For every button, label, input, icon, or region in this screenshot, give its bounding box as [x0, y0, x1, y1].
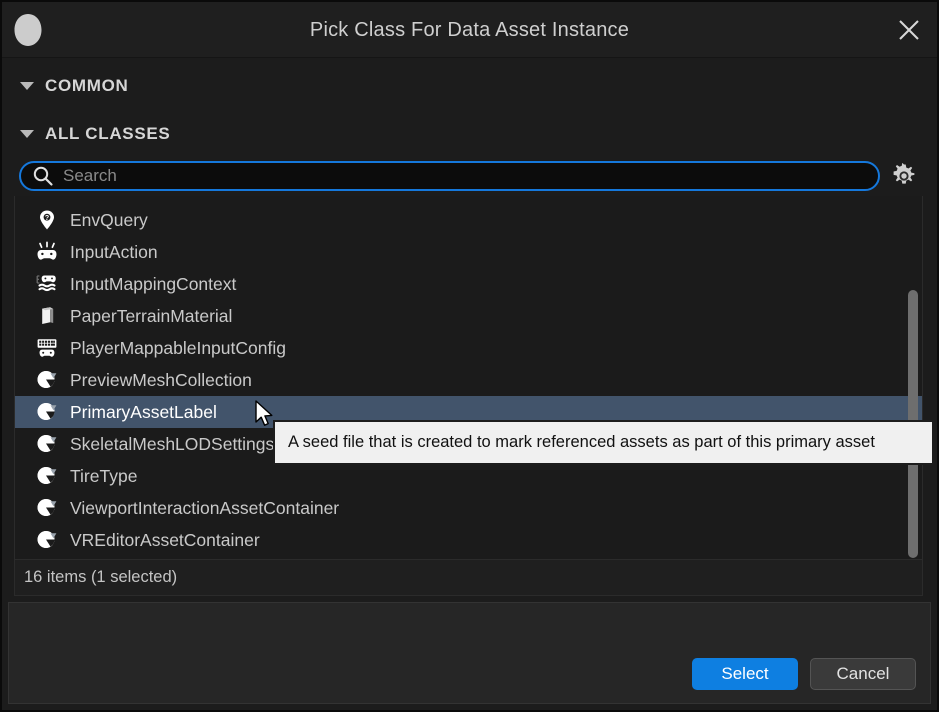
section-label-all-classes: ALL CLASSES: [45, 124, 171, 143]
pick-class-dialog: Pick Class For Data Asset Instance COMMO…: [0, 0, 939, 712]
footer-panel: Select Cancel: [8, 602, 931, 704]
list-item[interactable]: PlayerMappableInputConfig: [15, 332, 922, 364]
unreal-engine-logo-icon: [2, 2, 54, 58]
close-icon[interactable]: [881, 2, 937, 58]
data-asset-icon: [35, 368, 59, 392]
keyboard-gamepad-icon: [35, 336, 59, 360]
data-asset-icon: [35, 528, 59, 552]
blackboard-icon: [35, 196, 59, 200]
cylinder-icon: [35, 304, 59, 328]
list-item-label: PreviewMeshCollection: [70, 369, 252, 390]
list-scrollbar-track[interactable]: [907, 198, 919, 558]
list-item-label: BlackboardData: [70, 196, 195, 199]
tooltip: A seed file that is created to mark refe…: [273, 420, 934, 465]
list-item-label: InputMappingContext: [70, 273, 237, 294]
status-bar: 16 items (1 selected): [14, 560, 923, 596]
list-item-label: EnvQuery: [70, 209, 148, 230]
list-item-label: SkeletalMeshLODSettings: [70, 433, 275, 454]
status-text: 16 items (1 selected): [24, 568, 178, 586]
search-input[interactable]: [54, 163, 878, 189]
tooltip-text: A seed file that is created to mark refe…: [288, 433, 875, 451]
gamepad-icon: [35, 240, 59, 264]
list-item[interactable]: InputAction: [15, 236, 922, 268]
list-item[interactable]: PaperTerrainMaterial: [15, 300, 922, 332]
map-pin-icon: ?: [35, 208, 59, 232]
footer-buttons: Select Cancel: [692, 658, 916, 690]
gear-icon[interactable]: [885, 157, 923, 195]
section-label-common: COMMON: [45, 76, 129, 95]
svg-text:?: ?: [45, 215, 49, 222]
chevron-down-icon: [20, 82, 34, 90]
sidebar-item-common[interactable]: COMMON: [2, 66, 937, 106]
list-item-label: PaperTerrainMaterial: [70, 305, 233, 326]
data-asset-icon: [35, 496, 59, 520]
list-item[interactable]: PreviewMeshCollection: [15, 364, 922, 396]
data-asset-icon: [35, 400, 59, 424]
list-item[interactable]: VREditorAssetContainer: [15, 524, 922, 556]
list-item-label: VREditorAssetContainer: [70, 529, 260, 550]
search-icon: [33, 166, 53, 186]
cancel-button[interactable]: Cancel: [810, 658, 916, 690]
list-item[interactable]: InputMappingContext: [15, 268, 922, 300]
class-list-panel: BlackboardData? EnvQuery InputAction InputM…: [14, 196, 923, 560]
title-bar: Pick Class For Data Asset Instance: [2, 2, 937, 58]
select-button[interactable]: Select: [692, 658, 798, 690]
search-row: [2, 156, 937, 196]
gamepad-mapping-icon: [35, 272, 59, 296]
list-item-label: TireType: [70, 465, 138, 486]
search-box[interactable]: [19, 161, 880, 191]
list-item-label: PrimaryAssetLabel: [70, 401, 217, 422]
list-item[interactable]: ViewportInteractionAssetContainer: [15, 492, 922, 524]
list-item-label: ViewportInteractionAssetContainer: [70, 497, 340, 518]
list-item[interactable]: ? EnvQuery: [15, 204, 922, 236]
page-title: Pick Class For Data Asset Instance: [309, 19, 630, 41]
class-list-scroll-area[interactable]: BlackboardData? EnvQuery InputAction InputM…: [15, 196, 922, 559]
list-item-label: InputAction: [70, 241, 158, 262]
data-asset-icon: [35, 432, 59, 456]
chevron-down-icon: [20, 130, 34, 138]
data-asset-icon: [35, 464, 59, 488]
list-item-label: PlayerMappableInputConfig: [70, 337, 286, 358]
list-item[interactable]: BlackboardData: [15, 196, 922, 204]
class-list: BlackboardData? EnvQuery InputAction InputM…: [15, 196, 922, 556]
sidebar-item-all-classes[interactable]: ALL CLASSES: [2, 114, 937, 154]
